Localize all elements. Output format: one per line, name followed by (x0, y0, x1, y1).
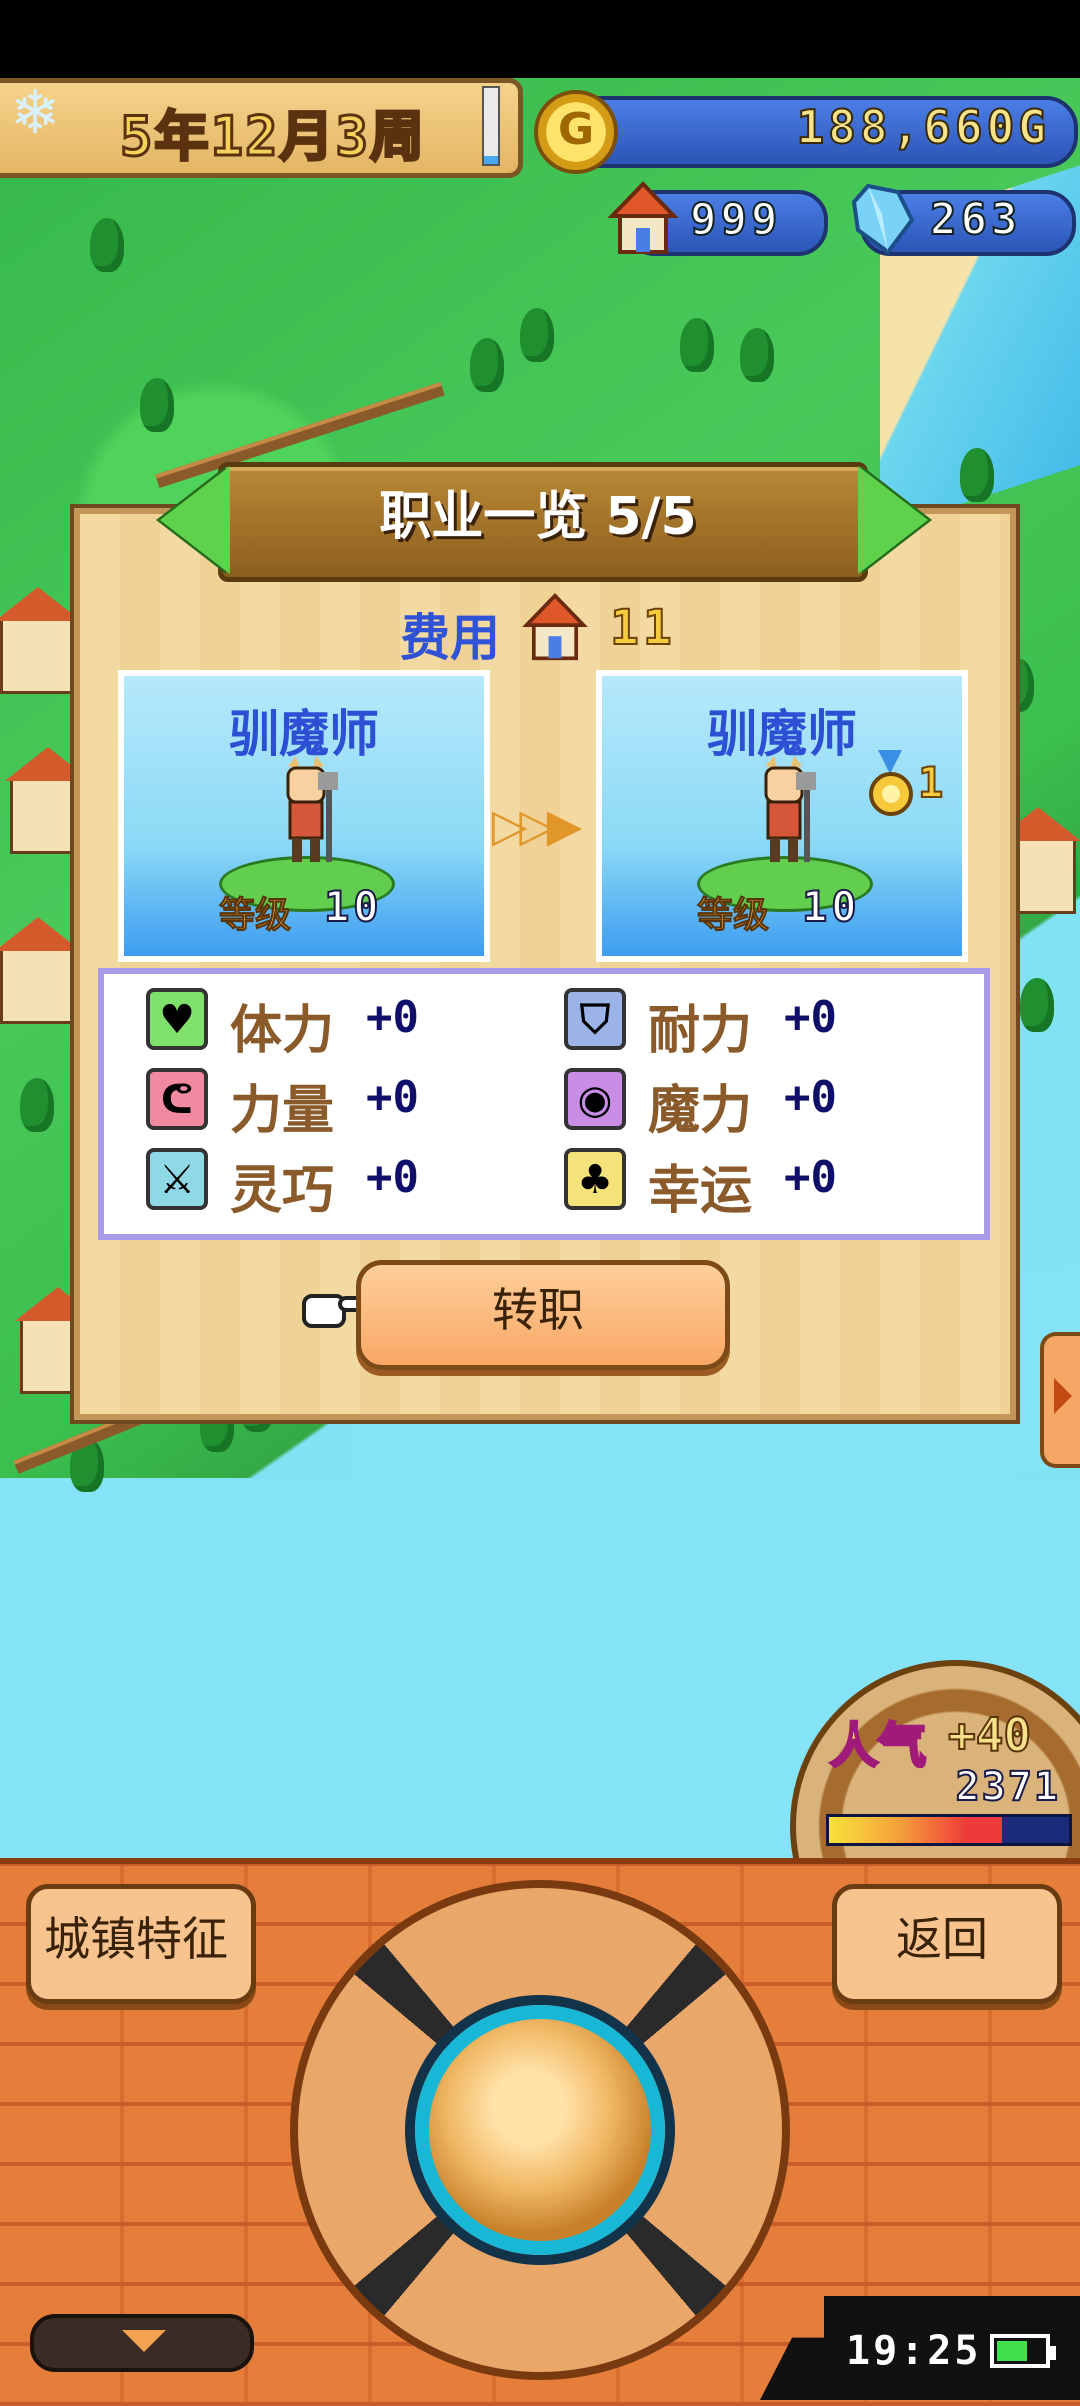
status-bar (0, 0, 1080, 78)
house[interactable] (0, 917, 81, 1024)
crystal-count: 263 (929, 193, 1022, 246)
week-progress-bar (482, 86, 500, 166)
cost-label: 费用 (400, 609, 500, 667)
collapse-tab-button[interactable] (30, 2314, 254, 2372)
next-page-button[interactable] (858, 466, 928, 574)
stat-label: 体力 (230, 1001, 335, 1061)
previous-page-button[interactable] (160, 466, 230, 574)
side-panel-toggle[interactable] (1040, 1332, 1080, 1468)
snowflake-icon: ❄ (9, 78, 61, 148)
week-progress-fill (484, 156, 498, 164)
popularity-bar (826, 1814, 1072, 1846)
crossed-swords-icon: ⚔ (146, 1148, 208, 1210)
town-features-button-label[interactable]: 城镇特征 (26, 1884, 246, 1994)
character-sprite (286, 756, 338, 862)
target-job-card: 驯魔师 1 等级 10 (596, 670, 968, 962)
house-icon (522, 593, 588, 661)
stat-label: 魔力 (648, 1081, 753, 1141)
tree (140, 378, 174, 432)
stat-label: 灵巧 (230, 1161, 335, 1221)
stat-value: +0 (784, 1072, 837, 1123)
clover-icon: ♣ (564, 1148, 626, 1210)
house[interactable] (0, 587, 81, 694)
current-job-card: 驯魔师 等级 10 (118, 670, 490, 962)
clock-time: 19:25 (846, 2328, 982, 2374)
popularity-label: 人气 (828, 1717, 927, 1776)
house-count: 999 (689, 193, 782, 246)
magic-orb-icon: ◉ (564, 1068, 626, 1130)
popularity-bar-fill (829, 1817, 1002, 1843)
popularity-value: 2371 (955, 1763, 1060, 1811)
popularity-bonus: +40 (947, 1707, 1032, 1763)
medal-count: 1 (917, 757, 944, 808)
battery-icon (990, 2334, 1056, 2368)
stat-label: 力量 (230, 1081, 335, 1141)
tree (960, 448, 994, 502)
arm-icon: ᕦ (146, 1068, 208, 1130)
level-value: 10 (323, 881, 383, 932)
stat-label: 耐力 (648, 1001, 753, 1061)
character-sprite (764, 756, 816, 862)
house-icon (608, 181, 678, 254)
heart-icon: ♥ (146, 988, 208, 1050)
tree (470, 338, 504, 392)
tree (680, 318, 714, 372)
tree (1020, 978, 1054, 1032)
tree (20, 1078, 54, 1132)
back-button-label[interactable]: 返回 (832, 1884, 1052, 1994)
tree (740, 328, 774, 382)
dial-center-button[interactable] (415, 2005, 665, 2255)
dialog-title: 职业一览 5/5 (379, 487, 697, 547)
game-date: 5年12月3周 (118, 104, 427, 170)
level-label: 等级 (218, 895, 292, 937)
change-job-button-label[interactable]: 转职 (356, 1260, 720, 1360)
stat-value: +0 (366, 992, 419, 1043)
stat-change-panel: ♥ 体力 +0 ᕦ 力量 +0 ⚔ 灵巧 +0 ⛉ 耐力 +0 ◉ 魔力 +0 … (98, 968, 990, 1240)
arrow-right-icon: ▷▷▶ (492, 798, 582, 852)
level-label: 等级 (696, 895, 770, 937)
cost-value: 11 (609, 599, 676, 657)
shield-icon: ⛉ (564, 988, 626, 1050)
stat-value: +0 (784, 1152, 837, 1203)
stat-value: +0 (366, 1072, 419, 1123)
stat-value: +0 (784, 992, 837, 1043)
tree (90, 218, 124, 272)
tree (520, 308, 554, 362)
crystal-icon (851, 183, 915, 255)
gold-amount: 188,660G (795, 99, 1050, 155)
stat-value: +0 (366, 1152, 419, 1203)
battery-level (997, 2341, 1028, 2361)
level-value: 10 (801, 881, 861, 932)
stat-label: 幸运 (648, 1161, 753, 1221)
medal-icon (869, 750, 913, 816)
